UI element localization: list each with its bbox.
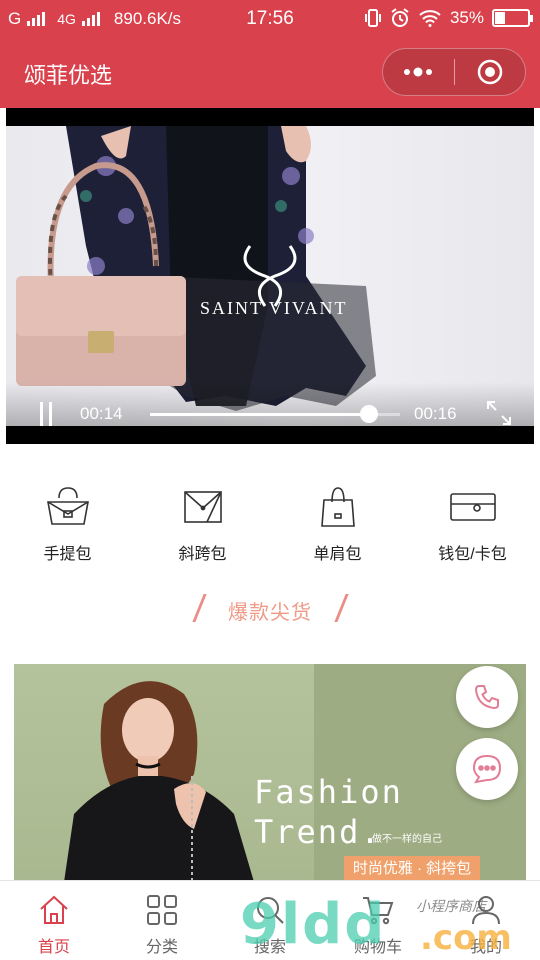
category-label: 手提包 [43, 546, 92, 563]
banner-subtitle: 做不一样的自己 [372, 834, 442, 845]
wifi-icon [419, 10, 441, 27]
close-mini-program-button[interactable] [455, 49, 526, 95]
video-controls: 00:14 00:16 [6, 382, 534, 444]
status-bar: G 4G 890.6K/s 17:56 35% [0, 0, 540, 36]
category-label: 钱包/卡包 [438, 546, 507, 563]
tab-home[interactable]: 首页 [0, 881, 108, 960]
alarm-icon [391, 8, 409, 27]
chat-bubble-icon [472, 754, 502, 784]
watermark-domain: .com [420, 918, 512, 958]
more-button[interactable] [383, 49, 454, 95]
tab-label: 分类 [145, 939, 178, 956]
fullscreen-icon [487, 401, 511, 425]
battery-percent: 35% [449, 8, 484, 27]
crossbody-bag-icon [183, 491, 222, 523]
video-frame: SAINT VIVANT [6, 126, 534, 426]
page-title: 颂菲优选 [24, 63, 113, 88]
heading-slash-left [192, 594, 207, 622]
video-player[interactable]: SAINT VIVANT 00:14 00:16 [6, 108, 534, 444]
hot-section-heading: 爆款尖货 [0, 590, 540, 630]
shoulder-bag-icon [320, 487, 355, 527]
tab-label: 首页 [37, 939, 70, 956]
watermark-logo: 9ldd [240, 892, 387, 957]
category-item-wallet[interactable]: 钱包/卡包 [405, 486, 540, 570]
progress-slider[interactable] [150, 405, 400, 423]
vibrate-icon [364, 9, 381, 27]
hot-section-title: 爆款尖货 [228, 602, 312, 624]
category-item-crossbody[interactable]: 斜跨包 [135, 486, 270, 570]
category-item-handbag[interactable]: 手提包 [0, 486, 135, 570]
phone-icon [474, 685, 499, 710]
wallet-icon [449, 493, 496, 521]
battery-icon [492, 9, 533, 27]
target-circle-icon [477, 59, 502, 85]
battery-fill [495, 12, 505, 24]
grid-icon [147, 895, 177, 925]
chat-button[interactable] [456, 738, 518, 800]
banner-line-1: Fashion [254, 773, 403, 811]
progress-played [150, 413, 369, 416]
category-label: 单肩包 [313, 546, 362, 563]
duration-time: 00:16 [414, 404, 457, 423]
fullscreen-button[interactable] [486, 400, 512, 426]
category-row: 手提包 斜跨包 单肩包 钱包/卡包 [0, 486, 540, 570]
handbag-icon [46, 487, 89, 525]
promo-banner[interactable]: Fashion Trend. 做不一样的自己 时尚优雅 · 斜挎包 [14, 664, 526, 882]
progress-knob[interactable] [359, 405, 378, 423]
current-time: 00:14 [80, 404, 123, 423]
nav-bar: 颂菲优选 [0, 36, 540, 108]
heading-slash-right [334, 594, 349, 622]
status-right: 35% [364, 8, 533, 28]
banner-tag: 时尚优雅 · 斜挎包 [344, 856, 480, 882]
video-brand-text: SAINT VIVANT [200, 298, 348, 318]
watermark-subtitle: 小程序商店 [416, 898, 486, 914]
phone-call-button[interactable] [456, 666, 518, 728]
home-icon [40, 895, 68, 924]
video-frame-image [16, 126, 376, 411]
category-item-shoulder[interactable]: 单肩包 [270, 486, 405, 570]
more-dots-icon [404, 67, 433, 77]
mini-program-capsule [382, 48, 526, 96]
pause-button[interactable] [38, 402, 54, 426]
tab-category[interactable]: 分类 [108, 881, 216, 960]
category-label: 斜跨包 [178, 546, 227, 563]
